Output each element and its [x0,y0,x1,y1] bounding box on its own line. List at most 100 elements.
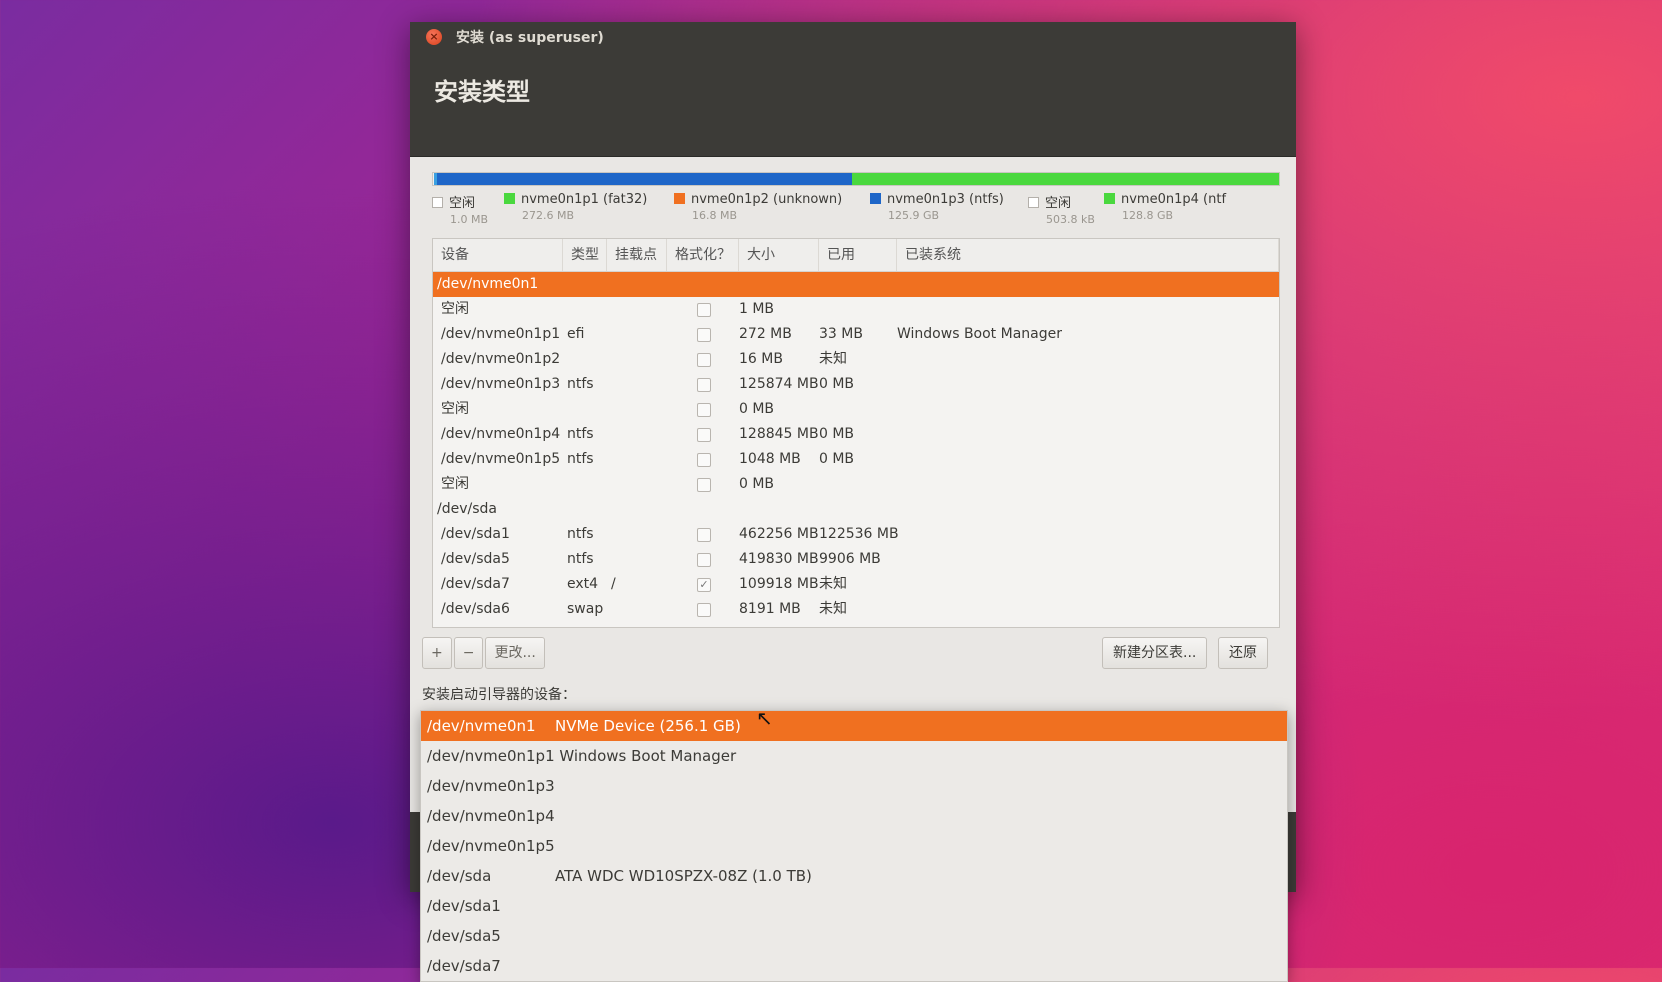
revert-button[interactable]: 还原 [1218,637,1268,669]
legend-size: 503.8 kB [1046,213,1095,226]
legend-item: nvme0n1p1 (fat32) 272.6 MB [504,192,647,222]
boot-device-option[interactable]: /dev/sda7 [421,951,1287,981]
size-cell: 1 MB [739,301,775,317]
boot-device-name: /dev/nvme0n1 [427,717,536,735]
boot-device-option[interactable]: /dev/sda ATA WDC WD10SPZX-08Z (1.0 TB) [421,861,1287,891]
column-header: 设备 [433,239,563,271]
size-cell: 1048 MB [739,451,801,467]
size-cell: 419830 MB [739,551,819,567]
boot-device-dropdown[interactable]: /dev/nvme0n1 NVMe Device (256.1 GB)/dev/n… [420,710,1288,982]
boot-device-name: /dev/sda7 [427,957,501,975]
size-cell: 125874 MB [739,376,819,392]
boot-device-name: /dev/nvme0n1p3 [427,777,555,795]
remove-partition-button[interactable]: − [453,637,484,669]
table-row[interactable]: /dev/sda7 ext4 / 109918 MB 未知 ✓ [433,572,1279,597]
boot-device-name: /dev/nvme0n1p5 [427,837,555,855]
partition-table[interactable]: 设备 类型 挂载点 格式化？ 大小 已用 已装系统 /dev/nvme0n1 空闲 1 MB/d… [432,238,1280,628]
format-checkbox[interactable] [697,478,711,492]
boot-device-option[interactable]: /dev/nvme0n1p5 [421,831,1287,861]
device-cell: 空闲 [441,476,469,492]
table-row[interactable]: /dev/sda6 swap 8191 MB 未知 [433,597,1279,622]
used-cell: 0 MB [819,426,855,442]
legend-label: nvme0n1p4 (ntf [1121,192,1227,207]
type-cell: swap [567,601,604,617]
boot-device-name: /dev/nvme0n1p4 [427,807,555,825]
mount-cell: / [611,576,616,592]
table-row[interactable]: 空闲 0 MB [433,472,1279,497]
format-checkbox[interactable]: ✓ [697,578,711,592]
partition-bar-segment [437,173,852,185]
table-row[interactable]: /dev/sda [433,497,1279,522]
close-icon[interactable]: × [426,29,442,45]
format-checkbox[interactable] [697,328,711,342]
new-partition-table-button[interactable]: 新建分区表... [1102,637,1208,669]
size-cell: 0 MB [739,476,775,492]
legend-swatch-icon [870,193,881,204]
device-cell: /dev/nvme0n1p4 [441,426,561,442]
table-row[interactable]: /dev/sda5 ntfs 419830 MB 9906 MB [433,547,1279,572]
legend-item: nvme0n1p3 (ntfs) 125.9 GB [870,192,1004,222]
table-row[interactable]: /dev/nvme0n1p5 ntfs 1048 MB 0 MB [433,447,1279,472]
table-row[interactable]: /dev/nvme0n1p1 efi 272 MB 33 MB Windows Boot… [433,322,1279,347]
used-cell: 122536 MB [819,526,899,542]
boot-device-name: /dev/nvme0n1p1 Windows Boot Manager [427,747,737,765]
used-cell: 未知 [819,351,847,367]
device-cell: /dev/nvme0n1p5 [441,451,561,467]
format-checkbox[interactable] [697,428,711,442]
device-cell: 空闲 [441,401,469,417]
table-row[interactable]: /dev/nvme0n1p2 16 MB 未知 [433,347,1279,372]
size-cell: 128845 MB [739,426,819,442]
add-partition-button[interactable]: + [422,637,452,669]
device-cell: /dev/sda6 [441,601,510,617]
table-row[interactable]: 空闲 1 MB [433,297,1279,322]
table-row[interactable]: /dev/nvme0n1p3 ntfs 125874 MB 0 MB [433,372,1279,397]
device-cell: /dev/sda [437,501,497,517]
table-row[interactable]: /dev/sda1 ntfs 462256 MB 122536 MB [433,522,1279,547]
format-checkbox[interactable] [697,528,711,542]
size-cell: 8191 MB [739,601,801,617]
legend-label: nvme0n1p3 (ntfs) [887,192,1004,207]
device-cell: /dev/sda1 [441,526,510,542]
column-header: 大小 [739,239,819,271]
table-row[interactable]: 空闲 0 MB [433,397,1279,422]
legend-swatch-icon [504,193,515,204]
format-checkbox[interactable] [697,303,711,317]
legend-label: 空闲 [449,196,476,211]
boot-loader-label: 安装启动引导器的设备： [422,687,576,703]
boot-device-name: /dev/sda1 [427,897,501,915]
column-header: 格式化？ [667,239,739,271]
type-cell: ext4 [567,576,599,592]
size-cell: 0 MB [739,401,775,417]
boot-device-option[interactable]: /dev/nvme0n1 NVMe Device (256.1 GB) [421,711,1287,741]
mouse-cursor-icon: ↖ [756,706,773,730]
legend-size: 272.6 MB [522,209,575,222]
used-cell: 未知 [819,576,847,592]
format-checkbox[interactable] [697,553,711,567]
table-row[interactable]: /dev/nvme0n1p4 ntfs 128845 MB 0 MB [433,422,1279,447]
legend-label: 空闲 [1045,196,1072,211]
device-cell: 空闲 [441,301,469,317]
format-checkbox[interactable] [697,378,711,392]
device-cell: /dev/sda7 [441,576,510,592]
boot-device-option[interactable]: /dev/sda1 [421,891,1287,921]
format-checkbox[interactable] [697,403,711,417]
installer-window: × 安装 (as superuser) 安装类型 空闲 1.0 MB nvme0n1… [410,22,1296,982]
format-checkbox[interactable] [697,353,711,367]
format-checkbox[interactable] [697,453,711,467]
size-cell: 109918 MB [739,576,819,592]
boot-device-option[interactable]: /dev/nvme0n1p1 Windows Boot Manager [421,741,1287,771]
legend-item: 空闲 503.8 kB [1028,192,1095,226]
boot-device-option[interactable]: /dev/nvme0n1p3 [421,771,1287,801]
legend-swatch-icon [432,197,443,208]
boot-device-option[interactable]: /dev/nvme0n1p4 [421,801,1287,831]
size-cell: 272 MB [739,326,792,342]
title-bar: × 安装 (as superuser) [410,22,1296,52]
format-checkbox[interactable] [697,603,711,617]
boot-device-description: NVMe Device (256.1 GB) [555,717,741,735]
change-partition-button[interactable]: 更改... [485,637,545,669]
column-header: 已用 [819,239,897,271]
table-row[interactable]: /dev/nvme0n1 [433,272,1279,297]
boot-device-option[interactable]: /dev/sda5 [421,921,1287,951]
partition-bar-segment [851,173,1279,185]
boot-device-description: ATA WDC WD10SPZX-08Z (1.0 TB) [555,867,812,885]
